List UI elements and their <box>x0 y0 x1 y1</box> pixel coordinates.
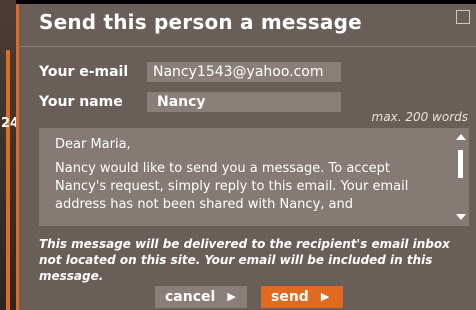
send-button-label: send <box>271 289 309 305</box>
scroll-down-arrow-icon[interactable] <box>456 214 466 220</box>
delivery-disclaimer: This message will be delivered to the re… <box>39 237 450 283</box>
title-divider <box>19 46 476 47</box>
message-body: Nancy would like to send you a message. … <box>55 161 409 212</box>
chevron-right-icon: ▶ <box>227 290 236 303</box>
message-text: Dear Maria, Nancy would like to send you… <box>55 136 425 220</box>
cancel-button-label: cancel <box>165 289 216 305</box>
message-scrollbar[interactable] <box>453 128 469 226</box>
email-field[interactable]: Nancy1543@yahoo.com <box>147 62 341 82</box>
name-field[interactable]: Nancy <box>147 92 341 112</box>
background-page-edge: 24 <box>0 0 19 310</box>
background-accent-strip <box>6 50 10 310</box>
scroll-thumb[interactable] <box>458 150 463 178</box>
word-limit-hint: max. 200 words <box>371 110 468 124</box>
close-icon[interactable] <box>456 10 470 24</box>
send-button[interactable]: send ▶ <box>261 286 343 308</box>
email-label: Your e-mail <box>39 64 129 80</box>
scroll-up-arrow-icon[interactable] <box>456 134 466 140</box>
cancel-button[interactable]: cancel ▶ <box>155 286 247 308</box>
dialog-title: Send this person a message <box>39 10 362 34</box>
send-message-dialog: Send this person a message Your e-mail N… <box>16 4 476 310</box>
name-label: Your name <box>39 94 123 110</box>
chevron-right-icon: ▶ <box>320 290 330 303</box>
message-textarea[interactable]: Dear Maria, Nancy would like to send you… <box>39 128 469 226</box>
message-greeting: Dear Maria, <box>55 137 131 152</box>
